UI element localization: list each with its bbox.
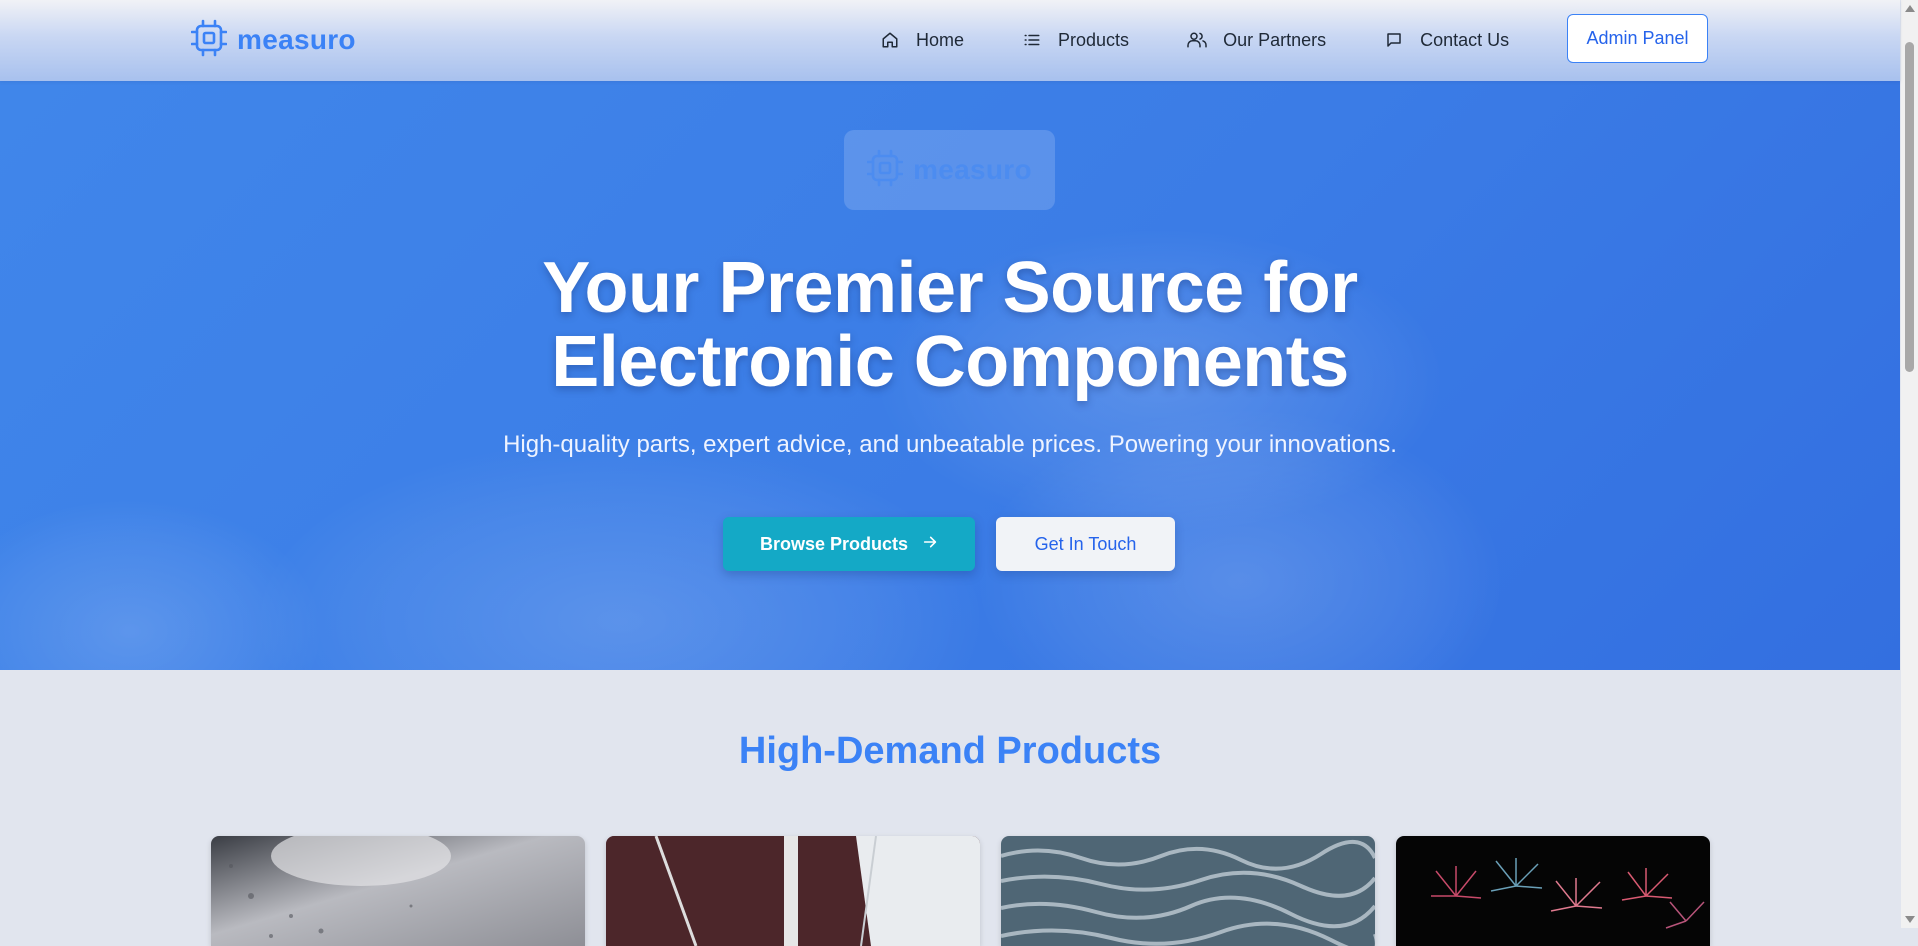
product-card[interactable]	[1001, 836, 1375, 946]
scrollbar-thumb[interactable]	[1905, 42, 1914, 372]
nav-item-partners[interactable]: Our Partners	[1187, 30, 1326, 51]
brand-name: measuro	[237, 24, 356, 55]
users-icon	[1187, 30, 1207, 50]
product-card[interactable]	[211, 836, 585, 946]
browse-products-label: Browse Products	[759, 533, 909, 554]
scroll-down-arrow[interactable]	[1905, 916, 1915, 923]
site-header: measuro Home Products Our Partners Conta…	[0, 0, 1900, 81]
hero-brand-badge: measuro	[844, 130, 1055, 210]
nav-item-contact[interactable]: Contact Us	[1384, 30, 1509, 51]
arrow-right-icon	[922, 534, 938, 555]
wet-surface-photo	[211, 836, 585, 946]
chip-icon	[190, 19, 228, 62]
hero-brand-name: measuro	[913, 154, 1032, 185]
ocean-waves-photo	[1001, 836, 1375, 946]
nav-label-products: Products	[1058, 29, 1130, 50]
chip-icon	[866, 149, 904, 192]
nav-label-home: Home	[916, 29, 965, 50]
hero-subtitle: High-quality parts, expert advice, and u…	[503, 431, 1397, 458]
admin-panel-button[interactable]: Admin Panel	[1567, 14, 1708, 63]
product-card[interactable]	[606, 836, 980, 946]
nav-item-home[interactable]: Home	[880, 30, 964, 51]
page-scrollbar[interactable]	[1901, 0, 1918, 928]
message-icon	[1384, 30, 1404, 50]
home-icon	[880, 30, 900, 50]
get-in-touch-button[interactable]: Get In Touch	[996, 517, 1175, 571]
products-section-title: High-Demand Products	[738, 730, 1162, 772]
scroll-up-arrow[interactable]	[1905, 5, 1915, 12]
list-icon	[1022, 30, 1042, 50]
cloud-decoration	[0, 501, 320, 670]
nav-item-products[interactable]: Products	[1022, 30, 1129, 51]
nav-label-partners: Our Partners	[1223, 29, 1327, 50]
brand-logo[interactable]: measuro	[190, 19, 356, 62]
nav-label-contact: Contact Us	[1420, 29, 1510, 50]
sailboat-photo	[606, 836, 980, 946]
product-card[interactable]	[1396, 836, 1710, 946]
fireworks-photo	[1396, 836, 1710, 946]
hero-title: Your Premier Source for Electronic Compo…	[0, 251, 1900, 399]
hero-section: measuro Your Premier Source for Electron…	[0, 81, 1900, 670]
main-nav: Home Products Our Partners Contact Us	[880, 28, 1509, 52]
browse-products-button[interactable]: Browse Products	[723, 517, 975, 571]
hero-title-line1: Your Premier Source for	[542, 248, 1358, 328]
hero-title-line2: Electronic Components	[551, 322, 1349, 402]
